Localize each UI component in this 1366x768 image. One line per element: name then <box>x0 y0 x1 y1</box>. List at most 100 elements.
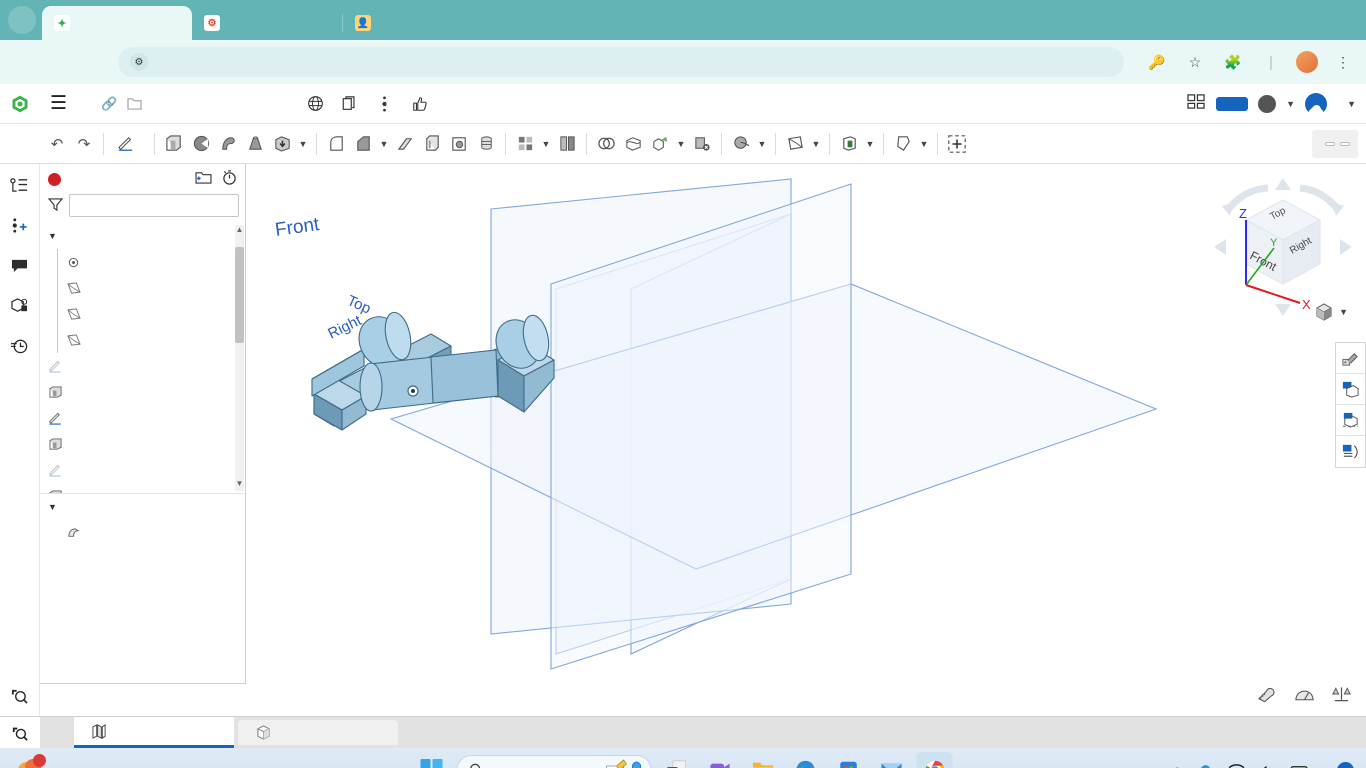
delete-part-button[interactable] <box>689 129 715 159</box>
shell-button[interactable] <box>419 129 445 159</box>
forward-button[interactable] <box>44 47 74 77</box>
browser-tab-3[interactable]: 👤 <box>343 6 493 40</box>
apps-grid-icon[interactable] <box>1187 93 1206 114</box>
appearance-button[interactable] <box>1336 343 1365 374</box>
measure-tape-icon[interactable] <box>1257 685 1278 708</box>
new-tab-button[interactable] <box>499 7 527 35</box>
filter-input[interactable] <box>69 194 239 217</box>
zoom-search-icon[interactable] <box>7 682 33 708</box>
close-window-button[interactable] <box>1320 0 1366 40</box>
comments-icon[interactable] <box>7 252 33 278</box>
taskbar-app-teams[interactable] <box>702 752 738 768</box>
transform-button[interactable] <box>647 129 673 159</box>
tab-search-button[interactable] <box>0 717 40 748</box>
tab-part-studio-1[interactable] <box>74 717 234 748</box>
share-button[interactable] <box>1216 96 1249 111</box>
tree-item-sketch-3[interactable] <box>40 457 245 483</box>
insert-feature-button[interactable] <box>944 129 970 159</box>
variable-chevron-down-icon[interactable]: ▼ <box>917 139 931 149</box>
site-settings-icon[interactable]: ⚙ <box>130 53 148 71</box>
part-properties-icon[interactable] <box>7 292 33 318</box>
3d-viewport[interactable]: Front Top Right Top Right Z Y X ▼ <box>246 164 1366 716</box>
parts-section-header[interactable]: ▼ <box>40 494 245 520</box>
taskbar-app-widget[interactable] <box>659 752 695 768</box>
battery-charging-icon[interactable] <box>1290 764 1311 768</box>
globe-stat[interactable] <box>307 95 324 112</box>
view-menu[interactable]: ▼ <box>1314 302 1348 322</box>
sketch-button[interactable] <box>110 129 148 159</box>
dimension-gauge-icon[interactable] <box>1294 685 1315 708</box>
versions-stat[interactable] <box>381 95 394 112</box>
assembly-tree-icon[interactable] <box>7 172 33 198</box>
taskbar-search[interactable] <box>456 755 652 768</box>
volume-muted-icon[interactable] <box>1258 764 1277 768</box>
variable-button[interactable] <box>890 129 916 159</box>
taskbar-app-mail[interactable] <box>874 752 910 768</box>
taskbar-app-chrome[interactable] <box>916 752 953 768</box>
error-badge-icon[interactable] <box>48 172 61 186</box>
view-chevron-down-icon[interactable]: ▼ <box>1339 307 1348 317</box>
profile-avatar-icon[interactable] <box>1296 51 1318 73</box>
reload-button[interactable] <box>78 47 108 77</box>
tree-item-extrude-3[interactable] <box>40 483 245 493</box>
scroll-up-icon[interactable]: ▲ <box>235 225 244 235</box>
help-chevron-down-icon[interactable]: ▼ <box>1286 99 1295 109</box>
help-icon[interactable] <box>1258 94 1277 113</box>
tree-item-sketch-1[interactable] <box>40 353 245 379</box>
split-button[interactable] <box>620 129 646 159</box>
onedrive-cloud-icon[interactable] <box>1196 764 1215 768</box>
taskbar-app-store[interactable] <box>831 752 867 768</box>
plane-chevron-down-icon[interactable]: ▼ <box>809 139 823 149</box>
minimize-button[interactable] <box>1228 0 1274 40</box>
undo-button[interactable]: ↶ <box>44 129 70 159</box>
tree-item-front-plane[interactable] <box>40 301 245 327</box>
user-chevron-down-icon[interactable]: ▼ <box>1347 99 1356 109</box>
start-button[interactable] <box>414 752 450 768</box>
wifi-icon[interactable] <box>1228 763 1245 768</box>
fillet-chevron-down-icon[interactable]: ▼ <box>377 139 391 149</box>
taskbar-app-explorer[interactable] <box>745 752 781 768</box>
weather-widget[interactable] <box>0 754 53 768</box>
search-tools-box[interactable] <box>1312 129 1358 158</box>
tab-list-button[interactable] <box>8 6 36 34</box>
redo-button[interactable]: ↷ <box>71 129 97 159</box>
back-button[interactable] <box>10 47 40 77</box>
transform-chevron-down-icon[interactable]: ▼ <box>674 139 688 149</box>
notification-badge[interactable] <box>1337 761 1354 768</box>
address-bar[interactable]: ⚙ <box>118 47 1124 77</box>
curve-chevron-down-icon[interactable]: ▼ <box>755 139 769 149</box>
password-key-icon[interactable]: 🔑 <box>1144 49 1170 75</box>
chevron-up-icon[interactable]: ▲ <box>1171 763 1183 768</box>
likes-stat[interactable] <box>412 96 434 112</box>
tree-item-part-1[interactable] <box>40 520 245 546</box>
hole-button[interactable] <box>446 129 472 159</box>
loft-button[interactable] <box>242 129 268 159</box>
plane-button[interactable] <box>782 129 808 159</box>
tree-item-extrude-2[interactable] <box>40 431 245 457</box>
maximize-button[interactable] <box>1274 0 1320 40</box>
boolean-button[interactable] <box>593 129 619 159</box>
thicken-chevron-down-icon[interactable]: ▼ <box>296 139 310 149</box>
bookmark-star-icon[interactable]: ☆ <box>1182 49 1208 75</box>
feature-tree-scroll-thumb[interactable] <box>235 247 244 343</box>
avatar[interactable] <box>1305 92 1328 115</box>
tree-item-sketch-2[interactable] <box>40 405 245 431</box>
thread-button[interactable] <box>473 129 499 159</box>
taskbar-app-edge[interactable] <box>788 752 824 768</box>
chevron-down-icon[interactable]: ▼ <box>48 502 58 512</box>
fillet-button[interactable] <box>323 129 349 159</box>
tree-item-origin[interactable] <box>40 249 245 275</box>
sweep-button[interactable] <box>215 129 241 159</box>
mirror-button[interactable] <box>554 129 580 159</box>
filter-funnel-icon[interactable] <box>47 197 64 215</box>
tree-item-extrude-1[interactable] <box>40 379 245 405</box>
section-view-button[interactable] <box>1336 405 1365 436</box>
rollback-timer-icon[interactable] <box>222 170 237 188</box>
extrude-button[interactable] <box>161 129 187 159</box>
new-folder-icon[interactable] <box>195 170 212 188</box>
view-cube[interactable]: Top Front Right Z Y X <box>1208 172 1358 322</box>
tree-item-right-plane[interactable] <box>40 327 245 353</box>
draft-button[interactable] <box>392 129 418 159</box>
browser-tab-2[interactable]: ⚙ <box>192 6 342 40</box>
chamfer-button[interactable] <box>350 129 376 159</box>
